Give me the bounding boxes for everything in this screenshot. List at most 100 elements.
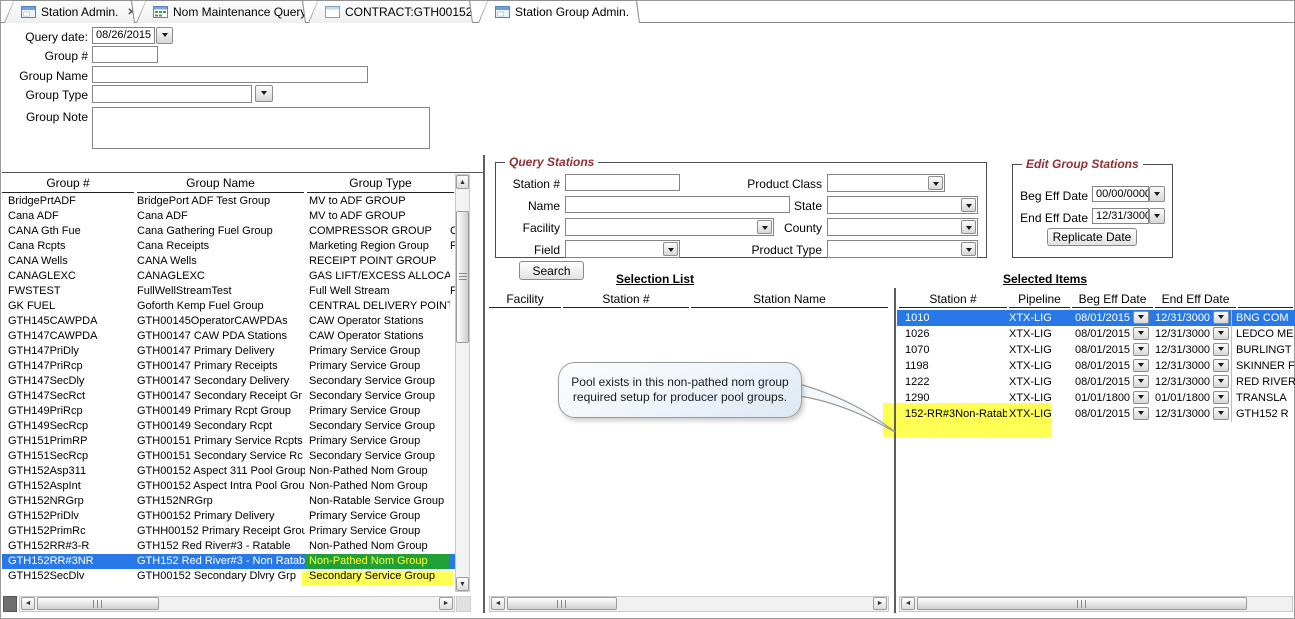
end-eff-date-input[interactable]: 12/31/3000 — [1092, 208, 1149, 224]
scroll-left-icon[interactable]: ◄ — [901, 597, 915, 610]
hscroll-thumb[interactable] — [507, 597, 617, 610]
group-table-row[interactable]: CANAGLEXCCANAGLEXCGAS LIFT/EXCESS ALLOCA… — [2, 269, 455, 284]
group-table-row[interactable]: Cana RcptsCana ReceiptsMarketing Region … — [2, 239, 455, 254]
query-date-dropdown[interactable] — [156, 27, 173, 44]
column-header-beg-eff-date[interactable]: Beg Eff Date — [1072, 292, 1153, 308]
tab-nom-maintenance-query[interactable]: Nom Maintenance Query ✕ — [136, 0, 306, 23]
column-header-group-name[interactable]: Group Name — [137, 176, 304, 193]
group-table-row[interactable]: GTH152RR#3NRGTH152 Red River#3 - Non Rat… — [2, 554, 455, 569]
group-table-row[interactable]: Cana ADFCana ADFMV to ADF GROUP — [2, 209, 455, 224]
selected-items-hscrollbar[interactable]: ◄ — [899, 596, 1293, 612]
group-table-vscrollbar[interactable]: ▲ ▼ — [455, 174, 470, 592]
state-combo[interactable] — [827, 196, 978, 214]
end-eff-date-dropdown[interactable] — [1213, 359, 1229, 372]
selected-items-row[interactable]: 152-RR#3Non-RatableXTX-LIG08/01/201512/3… — [897, 406, 1295, 422]
dropdown-icon[interactable] — [961, 220, 976, 234]
beg-eff-date-dropdown[interactable] — [1133, 407, 1149, 420]
scroll-right-icon[interactable]: ► — [873, 597, 887, 610]
dropdown-icon[interactable] — [928, 176, 943, 190]
query-date-input[interactable]: 08/26/2015 — [92, 27, 155, 44]
group-table-row[interactable]: GTH147SecDlyGTH00147 Secondary DeliveryS… — [2, 374, 455, 389]
group-table-row[interactable]: FWSTESTFullWellStreamTestFull Well Strea… — [2, 284, 455, 299]
group-table-row[interactable]: GTH147SecRctGTH00147 Secondary Receipt G… — [2, 389, 455, 404]
end-eff-date-dropdown[interactable] — [1149, 208, 1165, 224]
beg-eff-date-dropdown[interactable] — [1133, 311, 1149, 324]
column-header-facility[interactable]: Facility — [489, 292, 561, 308]
search-button[interactable]: Search — [519, 261, 584, 280]
beg-eff-date-dropdown[interactable] — [1133, 375, 1149, 388]
beg-eff-date-input[interactable]: 00/00/0000 — [1092, 186, 1149, 202]
end-eff-date-dropdown[interactable] — [1213, 327, 1229, 340]
scroll-left-icon[interactable]: ◄ — [491, 597, 505, 610]
group-table-row[interactable]: GTH152SecDlvGTH00152 Secondary Dlvry Grp… — [2, 569, 455, 584]
column-header-station-number[interactable]: Station # — [899, 292, 1007, 308]
end-eff-date-dropdown[interactable] — [1213, 407, 1229, 420]
panel-divider[interactable] — [894, 288, 896, 613]
close-icon[interactable]: ✕ — [638, 7, 646, 18]
end-eff-date-dropdown[interactable] — [1213, 311, 1229, 324]
column-header-group-number[interactable]: Group # — [2, 176, 134, 193]
selected-items-row[interactable]: 1026XTX-LIG08/01/201512/31/3000LEDCO ME — [897, 326, 1295, 342]
column-header-station-number[interactable]: Station # — [563, 292, 689, 308]
panel-divider[interactable] — [483, 155, 485, 613]
tab-station-group-admin[interactable]: Station Group Admin. ✕ — [478, 0, 640, 23]
group-table-row[interactable]: GTH147PriDlyGTH00147 Primary DeliveryPri… — [2, 344, 455, 359]
group-table-row[interactable]: GTH147CAWPDAGTH00147 CAW PDA StationsCAW… — [2, 329, 455, 344]
dropdown-icon[interactable] — [663, 242, 678, 256]
beg-eff-date-dropdown[interactable] — [1133, 343, 1149, 356]
group-table-row[interactable]: GTH145CAWPDAGTH00145OperatorCAWPDAsCAW O… — [2, 314, 455, 329]
group-table-row[interactable]: CANA WellsCANA WellsRECEIPT POINT GROUP — [2, 254, 455, 269]
group-table-row[interactable]: GTH151PrimRPGTH00151 Primary Service Rcp… — [2, 434, 455, 449]
close-icon[interactable]: ✕ — [127, 7, 135, 18]
group-table-row[interactable]: GTH149SecRcpGTH00149 Secondary RcptSecon… — [2, 419, 455, 434]
group-note-textarea[interactable] — [92, 107, 430, 149]
column-header-end-eff-date[interactable]: End Eff Date — [1155, 292, 1236, 308]
group-table-row[interactable]: GTH151SecRcpGTH00151 Secondary Service R… — [2, 449, 455, 464]
selected-items-row[interactable]: 1010XTX-LIG08/01/201512/31/3000BNG COM — [897, 310, 1295, 326]
tab-station-admin[interactable]: Station Admin. ✕ — [4, 0, 135, 23]
group-table-row[interactable]: GTH152Asp311GTH00152 Aspect 311 Pool Gro… — [2, 464, 455, 479]
group-type-dropdown[interactable] — [255, 85, 273, 102]
group-table-row[interactable]: GTH149PriRcpGTH00149 Primary Rcpt GroupP… — [2, 404, 455, 419]
group-table-row[interactable]: CANA Gth FueCana Gathering Fuel GroupCOM… — [2, 224, 455, 239]
scroll-down-icon[interactable]: ▼ — [456, 577, 469, 591]
product-class-combo[interactable] — [827, 174, 945, 192]
group-table-row[interactable]: GTH152AspIntGTH00152 Aspect Intra Pool G… — [2, 479, 455, 494]
group-type-combo[interactable] — [92, 85, 252, 103]
station-number-input[interactable] — [565, 174, 680, 191]
dropdown-icon[interactable] — [961, 198, 976, 212]
county-combo[interactable] — [827, 218, 978, 236]
group-name-input[interactable] — [92, 66, 368, 83]
selected-items-row[interactable]: 1290XTX-LIG01/01/180001/01/1800TRANSLA — [897, 390, 1295, 406]
group-table-hscrollbar[interactable]: ◄ ► — [19, 596, 455, 612]
selected-items-row[interactable]: 1070XTX-LIG08/01/201512/31/3000BURLINGT — [897, 342, 1295, 358]
dropdown-icon[interactable] — [961, 242, 976, 256]
beg-eff-date-dropdown[interactable] — [1149, 186, 1165, 202]
hscroll-thumb[interactable] — [917, 597, 1247, 610]
beg-eff-date-dropdown[interactable] — [1133, 359, 1149, 372]
column-header-group-type[interactable]: Group Type — [307, 176, 454, 193]
end-eff-date-dropdown[interactable] — [1213, 343, 1229, 356]
column-header-station-name[interactable]: Station Name — [691, 292, 888, 308]
end-eff-date-dropdown[interactable] — [1213, 375, 1229, 388]
scroll-left-icon[interactable]: ◄ — [21, 597, 35, 610]
beg-eff-date-dropdown[interactable] — [1133, 391, 1149, 404]
group-table-row[interactable]: GTH152PrimRcGTHH00152 Primary Receipt Gr… — [2, 524, 455, 539]
beg-eff-date-dropdown[interactable] — [1133, 327, 1149, 340]
field-combo[interactable] — [565, 240, 680, 258]
tab-contract[interactable]: CONTRACT:GTH00152 ✕ — [308, 0, 473, 23]
group-table-row[interactable]: GTH152PriDlvGTH00152 Primary DeliveryPri… — [2, 509, 455, 524]
group-table-row[interactable]: GTH147PriRcpGTH00147 Primary ReceiptsPri… — [2, 359, 455, 374]
column-header-pipeline[interactable]: Pipeline — [1009, 292, 1070, 308]
selected-items-row[interactable]: 1198XTX-LIG08/01/201512/31/3000SKINNER F — [897, 358, 1295, 374]
group-table-row[interactable]: GK FUELGoforth Kemp Fuel GroupCENTRAL DE… — [2, 299, 455, 314]
group-table-row[interactable]: GTH152RR#3-RGTH152 Red River#3 - Ratable… — [2, 539, 455, 554]
hscroll-thumb[interactable] — [37, 597, 159, 610]
end-eff-date-dropdown[interactable] — [1213, 391, 1229, 404]
product-type-combo[interactable] — [827, 240, 978, 258]
selection-list-hscrollbar[interactable]: ◄ ► — [489, 596, 889, 612]
splitter-box[interactable] — [3, 596, 17, 612]
replicate-date-button[interactable]: Replicate Date — [1047, 228, 1137, 246]
group-table-row[interactable]: BridgePrtADFBridgePort ADF Test GroupMV … — [2, 194, 455, 209]
scroll-right-icon[interactable]: ► — [439, 597, 453, 610]
